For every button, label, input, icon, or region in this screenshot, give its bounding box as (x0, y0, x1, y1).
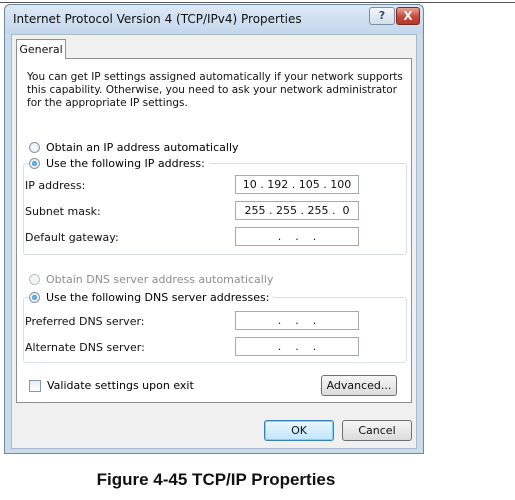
subnet-mask-label: Subnet mask: (25, 205, 101, 218)
obtain-ip-auto-radio[interactable] (29, 142, 40, 153)
obtain-dns-auto-option[interactable]: Obtain DNS server address automatically (29, 273, 273, 286)
use-following-ip-label: Use the following IP address: (46, 157, 205, 170)
obtain-ip-auto-label: Obtain an IP address automatically (46, 141, 239, 154)
ip-address-input[interactable]: 10 . 192 . 105 . 100 (235, 175, 359, 194)
obtain-dns-auto-radio[interactable] (29, 274, 40, 285)
subnet-mask-input[interactable]: 255 . 255 . 255 . 0 (235, 201, 359, 220)
validate-settings-option[interactable]: Validate settings upon exit (29, 379, 194, 392)
window-title: Internet Protocol Version 4 (TCP/IPv4) P… (13, 12, 302, 26)
description-text: You can get IP settings assigned automat… (27, 71, 403, 109)
use-following-dns-label: Use the following DNS server addresses: (46, 291, 270, 304)
general-tab-panel: You can get IP settings assigned automat… (16, 58, 412, 403)
advanced-button[interactable]: Advanced... (321, 375, 397, 396)
help-button[interactable]: ? (369, 7, 395, 25)
default-gateway-input[interactable]: . . . (235, 227, 359, 246)
figure-caption: Figure 4-45 TCP/IP Properties (96, 470, 336, 489)
ok-button[interactable]: OK (264, 420, 334, 441)
default-gateway-label: Default gateway: (25, 231, 119, 244)
validate-settings-label: Validate settings upon exit (47, 379, 194, 392)
use-following-ip-radio[interactable] (29, 158, 40, 169)
use-following-ip-option[interactable]: Use the following IP address: (29, 157, 209, 170)
help-icon: ? (378, 9, 386, 22)
use-following-dns-radio[interactable] (29, 292, 40, 303)
preferred-dns-input[interactable]: . . . (235, 311, 359, 330)
alternate-dns-input[interactable]: . . . (235, 337, 359, 356)
preferred-dns-label: Preferred DNS server: (25, 315, 145, 328)
dialog-body: General You can get IP settings assigned… (11, 34, 417, 449)
title-bar[interactable]: Internet Protocol Version 4 (TCP/IPv4) P… (5, 5, 423, 34)
close-icon: X (403, 9, 413, 23)
obtain-dns-auto-label: Obtain DNS server address automatically (46, 273, 274, 286)
alternate-dns-label: Alternate DNS server: (25, 341, 145, 354)
use-following-dns-option[interactable]: Use the following DNS server addresses: (29, 291, 274, 304)
ip-address-label: IP address: (25, 179, 86, 192)
tab-general[interactable]: General (16, 39, 66, 59)
close-button[interactable]: X (396, 7, 420, 25)
document-rule (0, 2, 515, 3)
cancel-button[interactable]: Cancel (342, 420, 412, 441)
tcpip-properties-dialog: Internet Protocol Version 4 (TCP/IPv4) P… (4, 4, 424, 454)
validate-settings-checkbox[interactable] (29, 379, 41, 392)
obtain-ip-auto-option[interactable]: Obtain an IP address automatically (29, 141, 239, 154)
